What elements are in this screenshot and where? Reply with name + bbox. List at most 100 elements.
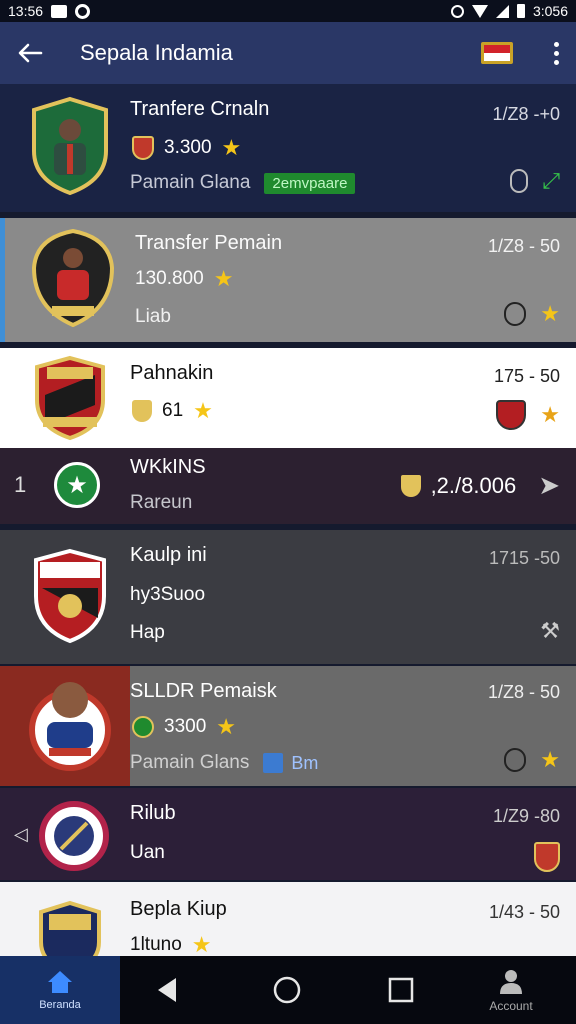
row-sub-line: Pamain Glana 2emvpaare (130, 172, 356, 194)
star-icon: ★ (221, 135, 242, 160)
row-sub: Rareun (130, 492, 193, 513)
club-badge-icon (22, 96, 118, 196)
row-value: 1ltuno (130, 934, 182, 955)
notification-icon (51, 4, 68, 18)
list-item[interactable]: Kaulp ini hy3Suoo Hap 1715 -50 ⚒ (0, 530, 576, 664)
list-item[interactable]: Bepla Kiup 1ltuno ★ 1/43 - 50 (0, 882, 576, 956)
row-value-line: 3.300 ★ (132, 136, 241, 160)
row-actions: ★ (504, 302, 560, 326)
status-bar: 13:56 3:056 (0, 0, 576, 22)
row-value: 3.300 (164, 137, 212, 158)
system-recents-button[interactable] (366, 956, 436, 1024)
row-sub-line: Hap (130, 622, 165, 644)
list-item[interactable]: SLLDR Pemaisk 3300 ★ Pamain Glans Bm 1/Z… (0, 666, 576, 786)
club-badge-icon (26, 788, 122, 880)
club-badge-icon (22, 888, 118, 956)
bottom-navigation: Beranda Account (0, 956, 576, 1024)
chip-icon (263, 753, 284, 773)
status-right: 3:056 (450, 3, 568, 19)
back-triangle-icon (158, 978, 176, 1002)
nav-home-label: Beranda (39, 999, 81, 1011)
chevron-right-icon[interactable]: ➤ (538, 470, 560, 501)
list-item[interactable]: Tranfere Crnaln 3.300 ★ Pamain Glana 2em… (0, 84, 576, 212)
row-date: 1/Z8 -+0 (492, 104, 560, 124)
row-chip: 2emvpaare (264, 172, 356, 194)
row-sub-line: Pamain Glans Bm (130, 752, 318, 774)
player-avatar-icon (22, 674, 118, 771)
row-chip-label: Bm (291, 752, 319, 773)
row-actions: ⤢ (510, 168, 560, 194)
row-date: 1/43 - 50 (488, 902, 560, 922)
row-value: hy3Suoo (130, 584, 206, 605)
club-mini-icon[interactable] (496, 400, 527, 430)
row-sub: Liab (135, 306, 171, 327)
row-sub: Hap (130, 622, 165, 643)
row-chip: Bm (263, 753, 318, 774)
arrow-icon[interactable]: ⤢ (542, 168, 560, 194)
battery-icon (516, 4, 525, 18)
row-sub: Pamain Glans (130, 752, 250, 773)
row-date: 1/Z8 - 50 (487, 682, 560, 702)
system-home-button[interactable] (252, 956, 322, 1024)
wifi-icon (471, 4, 488, 18)
shield-icon (132, 136, 154, 160)
page-title: Sepala Indamia (80, 40, 233, 65)
list-item[interactable]: ◁ Rilub Uan 1/Z9 -80 (0, 788, 576, 880)
row-title: Rilub (130, 802, 176, 824)
more-menu-button[interactable] (536, 22, 576, 84)
row-title: Pahnakin (130, 362, 214, 384)
home-icon (48, 971, 72, 993)
system-back-button[interactable] (132, 956, 202, 1024)
swap-icon[interactable]: ⚒ (540, 618, 560, 644)
row-sub: Uan (130, 842, 165, 863)
signal-icon (495, 4, 509, 18)
row-value-line: 3300 ★ (132, 716, 236, 738)
list-item[interactable]: 1 ★ WKkINS Rareun ,2./8.006 ➤ (0, 448, 576, 524)
row-sub-line: Uan (130, 842, 165, 864)
row-title: Kaulp ini (130, 544, 207, 566)
more-vert-icon (553, 41, 559, 47)
status-time: 13:56 (8, 3, 44, 19)
shield-icon (132, 716, 154, 738)
row-title: Bepla Kiup (130, 898, 227, 920)
shield-icon (132, 400, 152, 422)
club-mini-icon[interactable] (534, 842, 560, 872)
app-bar: Sepala Indamia (0, 22, 576, 84)
status-right-text: 3:056 (532, 3, 568, 19)
trophy-icon (400, 474, 421, 497)
row-actions: ⚒ (540, 618, 560, 644)
star-icon: ★ (193, 398, 213, 423)
row-value: 130.800 (135, 268, 204, 289)
flag-icon[interactable] (480, 40, 514, 66)
row-sub: Pamain Glana (130, 172, 251, 193)
star-icon[interactable]: ★ (540, 303, 560, 325)
star-icon[interactable]: ★ (540, 404, 560, 426)
row-value: 61 (162, 400, 184, 421)
arrow-left-icon (18, 43, 43, 63)
row-actions: ★ (496, 400, 560, 430)
square-icon (388, 977, 414, 1003)
row-amount: ,2./8.006 (430, 472, 517, 498)
star-icon: ★ (216, 714, 237, 739)
nav-account-label: Account (489, 999, 533, 1013)
refresh-icon[interactable] (510, 169, 529, 193)
row-title: SLLDR Pemaisk (130, 680, 277, 702)
star-icon: ★ (213, 266, 234, 291)
nav-home-button[interactable]: Beranda (0, 956, 120, 1024)
list-item[interactable]: Pahnakin 61 ★ 175 - 50 ★ (0, 348, 576, 448)
shield-outline-icon[interactable] (504, 748, 527, 772)
club-badge-icon (22, 350, 118, 446)
sync-icon (75, 3, 91, 19)
row-sub-line: Rareun (130, 492, 192, 514)
row-sub-line: Liab (135, 306, 171, 328)
list-item[interactable]: Transfer Pemain 130.800 ★ Liab 1/Z8 - 50… (0, 218, 576, 342)
club-badge-icon (22, 548, 118, 644)
row-date: 1715 -50 (488, 548, 560, 568)
shield-outline-icon[interactable] (504, 302, 527, 326)
star-icon[interactable]: ★ (540, 749, 560, 771)
row-title: WKkINS (130, 456, 206, 478)
row-actions: ★ (504, 748, 560, 772)
back-button[interactable] (0, 22, 60, 84)
nav-account-button[interactable]: Account (466, 956, 556, 1024)
row-value-line: hy3Suoo (130, 584, 205, 606)
